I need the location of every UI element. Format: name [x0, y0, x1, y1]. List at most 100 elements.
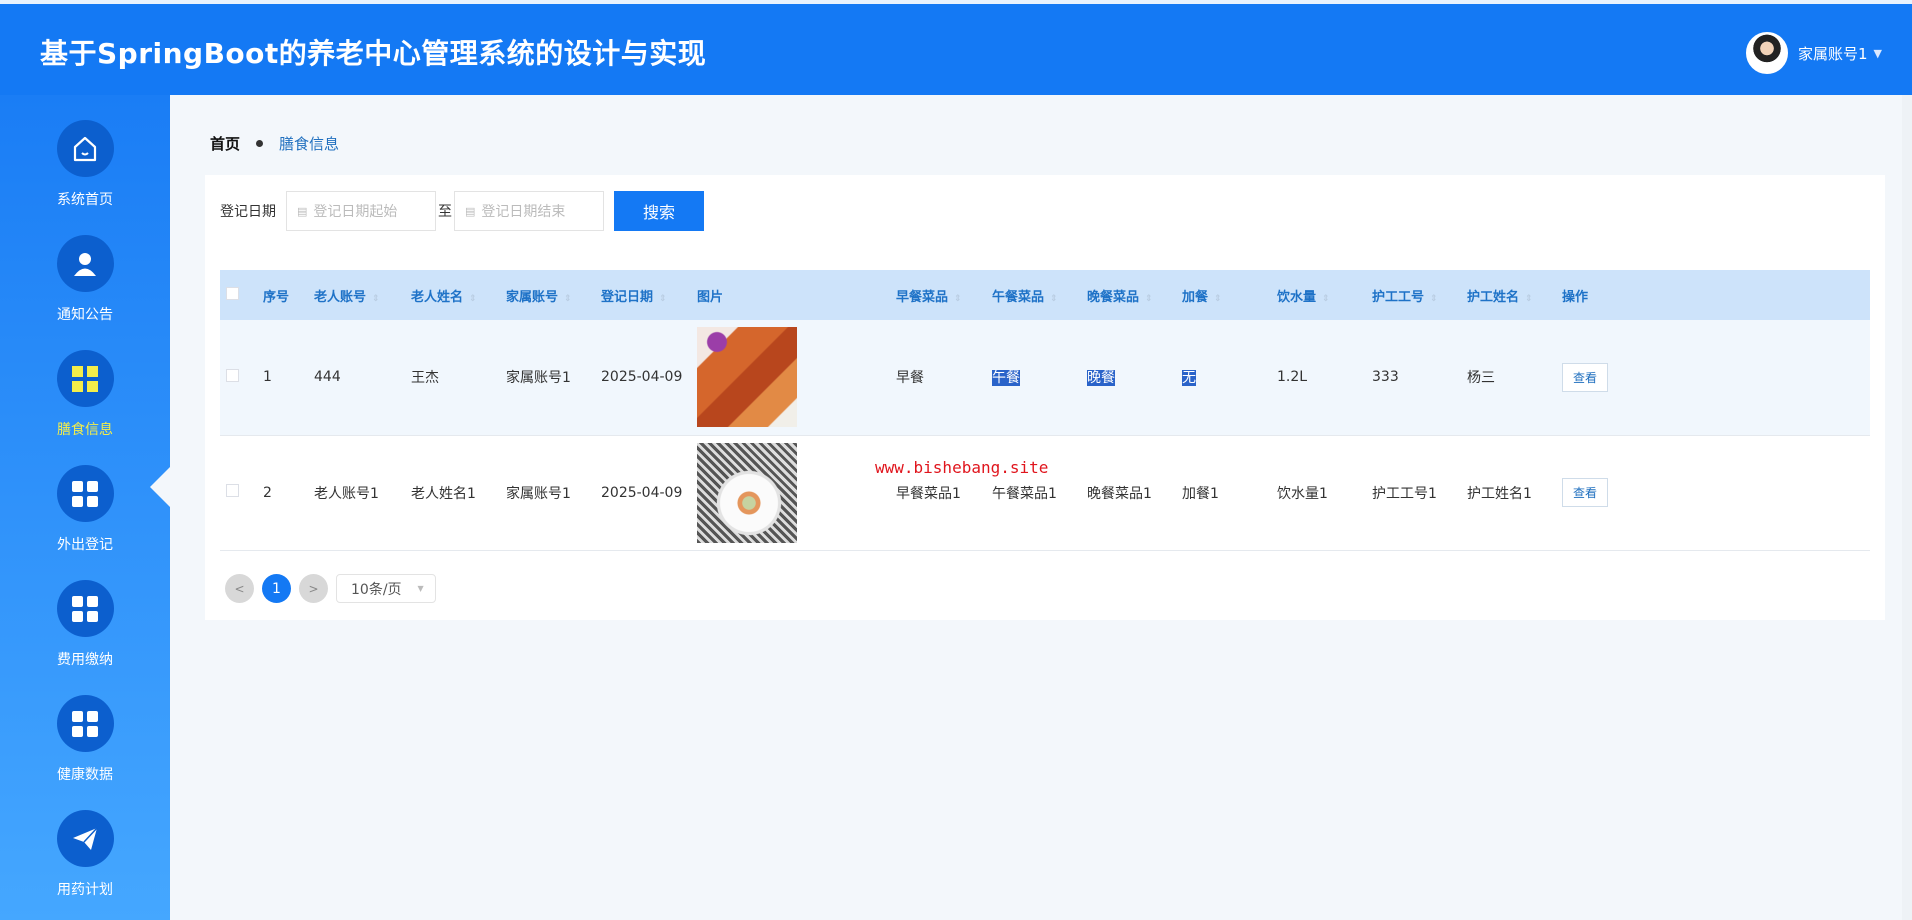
breadcrumb-separator	[256, 140, 263, 147]
sidebar-item-label: 膳食信息	[0, 419, 170, 439]
sidebar-item-outing[interactable]: 外出登记	[0, 465, 170, 554]
sidebar-item-label: 外出登记	[0, 534, 170, 554]
cell-water: 饮水量1	[1277, 435, 1372, 550]
paper-plane-icon	[57, 810, 114, 867]
sidebar-item-label: 健康数据	[0, 764, 170, 784]
grid-icon	[57, 350, 114, 407]
cell-family-account: 家属账号1	[506, 320, 601, 435]
col-header[interactable]: 登记日期⇕	[601, 270, 697, 320]
cell-family-account: 家属账号1	[506, 435, 601, 550]
date-end-input[interactable]: ▤登记日期结束	[454, 191, 604, 231]
col-header[interactable]: 晚餐菜品⇕	[1087, 270, 1182, 320]
user-menu[interactable]: 家属账号1 ▼	[1746, 32, 1882, 74]
sidebar-item-home[interactable]: 系统首页	[0, 120, 170, 209]
breadcrumb-home[interactable]: 首页	[210, 133, 240, 154]
sidebar-item-fees[interactable]: 费用缴纳	[0, 580, 170, 669]
cell-dinner: 晚餐菜品1	[1087, 435, 1182, 550]
sort-icon: ⇕	[1430, 294, 1438, 304]
placeholder: 登记日期起始	[313, 201, 397, 221]
col-header[interactable]: 老人姓名⇕	[411, 270, 506, 320]
home-icon	[57, 120, 114, 177]
cell-elder-name: 老人姓名1	[411, 435, 506, 550]
sort-icon: ⇕	[1322, 294, 1330, 304]
sidebar-item-label: 用药计划	[0, 879, 170, 899]
search-button[interactable]: 搜索	[614, 191, 704, 231]
col-header: 操作	[1562, 270, 1870, 320]
table-row: 1 444 王杰 家属账号1 2025-04-09 早餐 午餐 晚餐 无 1.2…	[220, 320, 1870, 435]
sort-icon: ⇕	[1214, 294, 1222, 304]
sort-icon: ⇕	[1050, 294, 1058, 304]
page-1-button[interactable]: 1	[262, 574, 291, 603]
to-label: 至	[438, 201, 452, 221]
page-size-value: 10条/页	[351, 579, 402, 599]
sidebar-item-medication[interactable]: 用药计划	[0, 810, 170, 899]
breadcrumb: 首页 膳食信息	[210, 133, 339, 154]
active-indicator	[150, 467, 170, 507]
calendar-icon: ▤	[465, 205, 475, 218]
view-button[interactable]: 查看	[1562, 478, 1608, 507]
sort-icon: ⇕	[1525, 294, 1533, 304]
chevron-down-icon: ▼	[418, 584, 424, 593]
row-checkbox[interactable]	[226, 484, 239, 497]
date-start-input[interactable]: ▤ 登记日期起始	[286, 191, 436, 231]
col-header[interactable]: 午餐菜品⇕	[992, 270, 1087, 320]
col-header[interactable]: 老人账号⇕	[314, 270, 411, 320]
top-bar: 基于SpringBoot的养老中心管理系统的设计与实现 家属账号1 ▼	[0, 0, 1912, 95]
cell-lunch: 午餐菜品1	[992, 435, 1087, 550]
meal-image[interactable]	[697, 443, 797, 543]
table-row: 2 老人账号1 老人姓名1 家属账号1 2025-04-09 早餐菜品1 午餐菜…	[220, 435, 1870, 550]
cell-nurse-id: 333	[1372, 320, 1467, 435]
page-size-select[interactable]: 10条/页 ▼	[336, 574, 436, 603]
view-button[interactable]: 查看	[1562, 363, 1608, 392]
meal-image[interactable]	[697, 327, 797, 427]
grid-icon	[57, 580, 114, 637]
search-bar: 登记日期 ▤ 登记日期起始 至 ▤登记日期结束 搜索	[220, 191, 704, 231]
cell-date: 2025-04-09	[601, 435, 697, 550]
cell-date: 2025-04-09	[601, 320, 697, 435]
date-label: 登记日期	[220, 201, 276, 221]
watermark: www.bishebang.site	[875, 458, 1048, 477]
sidebar-item-health[interactable]: 健康数据	[0, 695, 170, 784]
sidebar: 系统首页 通知公告 膳食信息 外出登记 费用缴纳 健康数据 用药计划	[0, 95, 170, 920]
col-header[interactable]: 早餐菜品⇕	[896, 270, 992, 320]
select-all-checkbox[interactable]	[226, 287, 239, 300]
sort-icon: ⇕	[954, 294, 962, 304]
user-name: 家属账号1	[1798, 43, 1868, 64]
col-header[interactable]: 护工工号⇕	[1372, 270, 1467, 320]
cell-nurse-name: 杨三	[1467, 320, 1562, 435]
meal-table: 序号 老人账号⇕ 老人姓名⇕ 家属账号⇕ 登记日期⇕ 图片 早餐菜品⇕ 午餐菜品…	[220, 270, 1870, 551]
col-header: 序号	[263, 270, 314, 320]
scrollbar[interactable]	[1902, 95, 1912, 920]
sidebar-item-notice[interactable]: 通知公告	[0, 235, 170, 324]
app-title: 基于SpringBoot的养老中心管理系统的设计与实现	[40, 32, 706, 72]
cell-elder-name: 王杰	[411, 320, 506, 435]
cell-extra: 无	[1182, 370, 1196, 386]
col-header[interactable]: 家属账号⇕	[506, 270, 601, 320]
cell-extra: 加餐1	[1182, 435, 1277, 550]
prev-page-button[interactable]: <	[225, 574, 254, 603]
col-header[interactable]: 护工姓名⇕	[1467, 270, 1562, 320]
sidebar-item-label: 费用缴纳	[0, 649, 170, 669]
sidebar-item-label: 系统首页	[0, 189, 170, 209]
cell-breakfast: 早餐	[896, 320, 992, 435]
table-header: 序号 老人账号⇕ 老人姓名⇕ 家属账号⇕ 登记日期⇕ 图片 早餐菜品⇕ 午餐菜品…	[220, 270, 1870, 320]
sort-icon: ⇕	[659, 294, 667, 304]
sidebar-item-meal[interactable]: 膳食信息	[0, 350, 170, 439]
cell-breakfast: 早餐菜品1	[896, 435, 992, 550]
sort-icon: ⇕	[564, 294, 572, 304]
cell-no: 1	[263, 320, 314, 435]
calendar-icon: ▤	[297, 205, 307, 218]
cell-elder-account: 老人账号1	[314, 435, 411, 550]
col-header[interactable]: 加餐⇕	[1182, 270, 1277, 320]
next-page-button[interactable]: >	[299, 574, 328, 603]
col-header[interactable]: 饮水量⇕	[1277, 270, 1372, 320]
avatar	[1746, 32, 1788, 74]
row-checkbox[interactable]	[226, 369, 239, 382]
sort-icon: ⇕	[1145, 294, 1153, 304]
sidebar-item-label: 通知公告	[0, 304, 170, 324]
user-icon	[57, 235, 114, 292]
breadcrumb-current: 膳食信息	[279, 133, 339, 154]
sort-icon: ⇕	[372, 294, 380, 304]
cell-no: 2	[263, 435, 314, 550]
grid-icon	[57, 695, 114, 752]
